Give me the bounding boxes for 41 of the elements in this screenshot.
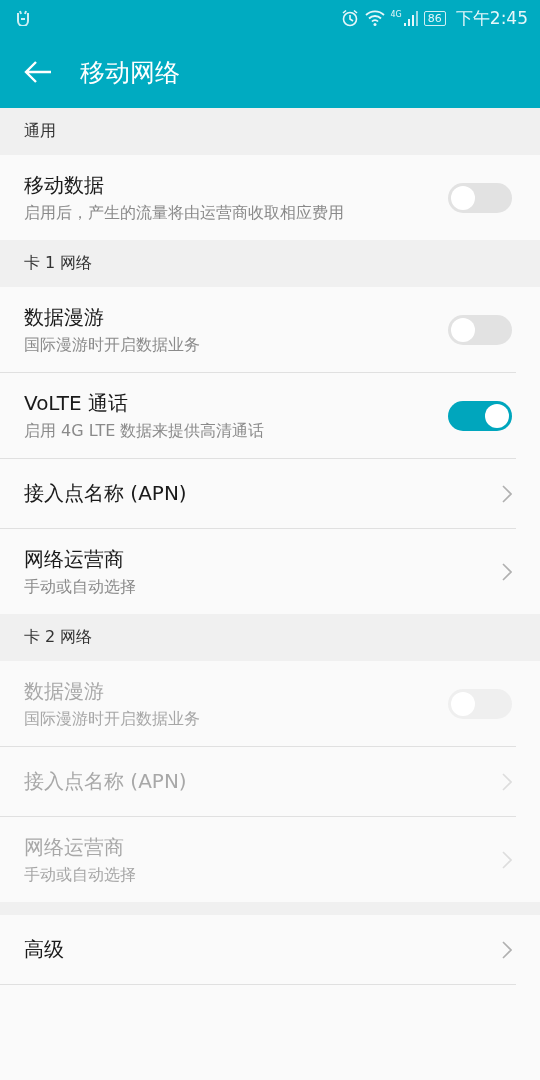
chevron-icon [502, 562, 512, 581]
setting-title: VoLTE 通话 [24, 389, 129, 417]
page-title: 移动网络 [80, 56, 180, 89]
setting-title: 接入点名称 (APN) [24, 768, 188, 795]
toggle-switch[interactable] [448, 400, 512, 431]
setting-title: 接入点名称 (APN) [24, 480, 188, 507]
wifi-icon [364, 10, 385, 26]
setting-title: 移动数据 [24, 171, 105, 199]
toggle-switch[interactable] [448, 314, 512, 345]
setting-subtitle: 国际漫游时开启数据业务 [24, 708, 201, 730]
settings-row[interactable]: VoLTE 通话 启用 4G LTE 数据来提供高清通话 [0, 373, 516, 459]
network-type: 4G [390, 10, 402, 19]
setting-subtitle: 国际漫游时开启数据业务 [24, 334, 201, 356]
section-title: 卡 1 网络 [24, 253, 93, 274]
back-arrow-icon[interactable] [24, 60, 52, 84]
chevron-icon [502, 940, 512, 959]
signal-icon [403, 10, 418, 26]
setting-title: 数据漫游 [24, 677, 105, 705]
chevron-icon [502, 772, 512, 791]
section-title: 通用 [24, 121, 56, 142]
section-title: 卡 2 网络 [24, 627, 93, 648]
setting-title: 高级 [24, 936, 65, 963]
setting-title: 网络运营商 [24, 833, 125, 861]
setting-subtitle: 启用 4G LTE 数据来提供高清通话 [24, 420, 266, 442]
settings-row[interactable]: 移动数据 启用后，产生的流量将由运营商收取相应费用 [0, 155, 540, 240]
setting-subtitle: 手动或自动选择 [24, 576, 137, 598]
toggle-switch[interactable] [448, 182, 512, 213]
settings-row[interactable]: 网络运营商 手动或自动选择 [0, 529, 540, 614]
setting-title: 数据漫游 [24, 303, 105, 331]
settings-row[interactable]: 接入点名称 (APN) [0, 459, 516, 529]
setting-subtitle: 启用后，产生的流量将由运营商收取相应费用 [24, 202, 345, 224]
battery-level: 86 [423, 10, 446, 26]
setting-title: 网络运营商 [24, 545, 125, 573]
clock-time: 下午2:45 [455, 6, 528, 30]
chevron-icon [502, 850, 512, 869]
chevron-icon [502, 484, 512, 503]
notification-icon [16, 10, 30, 26]
setting-subtitle: 手动或自动选择 [24, 864, 137, 886]
settings-row[interactable]: 数据漫游 国际漫游时开启数据业务 [0, 287, 516, 373]
settings-row[interactable]: 高级 [0, 915, 516, 985]
alarm-icon [340, 9, 359, 27]
